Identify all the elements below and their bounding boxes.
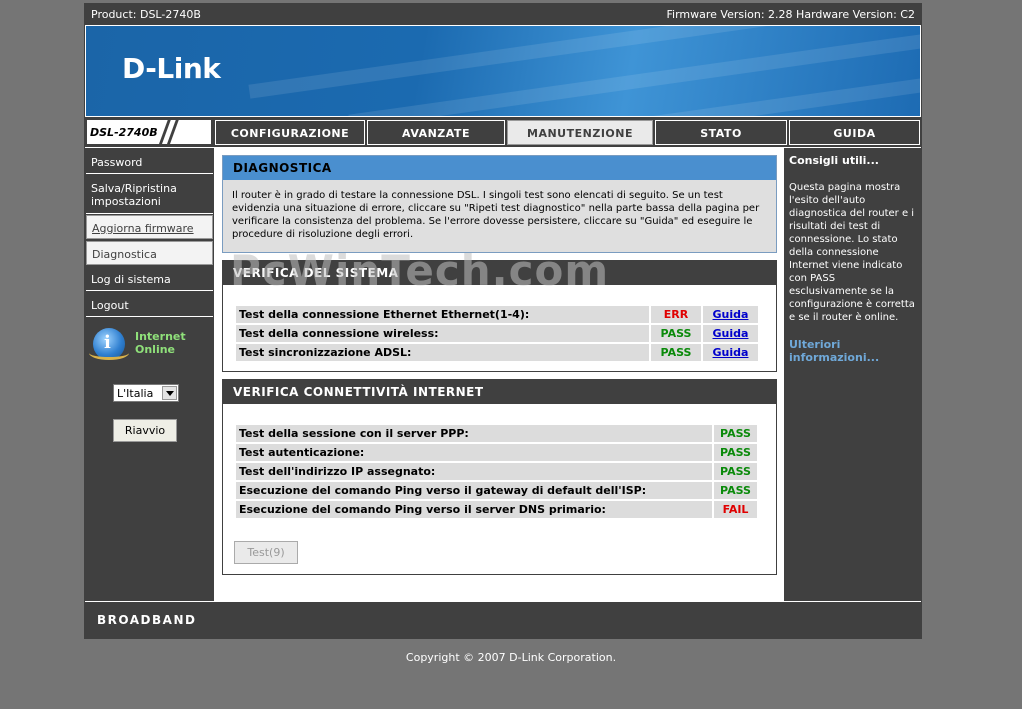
reboot-button[interactable]: Riavvio [113,419,177,442]
table-row: Esecuzione del comando Ping verso il ser… [236,501,757,518]
orbit-decor [89,346,129,360]
test-result: PASS [651,325,701,342]
test-name: Test della sessione con il server PPP: [236,425,712,442]
system-check-panel: VERIFICA DEL SISTEMA Test della connessi… [222,260,777,372]
table-row: Test della connessione Ethernet Ethernet… [236,306,758,323]
test-result: PASS [714,444,757,461]
tab-stato[interactable]: STATO [655,120,787,145]
system-check-title: VERIFICA DEL SISTEMA [223,261,776,285]
main-content: DIAGNOSTICA Il router è in grado di test… [215,148,783,601]
help-panel: Consigli utili... Questa pagina mostra l… [784,148,921,601]
model-badge: DSL-2740B [86,119,212,146]
diagnostics-description: Il router è in grado di testare la conne… [232,190,760,240]
copyright: Copyright © 2007 D-Link Corporation. [405,651,617,664]
diagnostics-title: DIAGNOSTICA [223,156,776,180]
language-select[interactable]: L'Italia [113,384,179,402]
system-check-table: Test della connessione Ethernet Ethernet… [234,304,760,363]
broadband-label: BROADBAND [97,613,197,627]
product-label: Product: DSL-2740B [91,8,201,21]
sidebar-item-aggiorna-firmware[interactable]: Aggiorna firmware [86,215,213,239]
internet-check-table: Test della sessione con il server PPP: P… [234,423,759,520]
top-info-bar: Product: DSL-2740B Firmware Version: 2.2… [85,4,921,25]
guida-link[interactable]: Guida [713,308,749,321]
router-page: Product: DSL-2740B Firmware Version: 2.2… [84,3,922,639]
test-result: PASS [651,344,701,361]
more-info-link[interactable]: Ulteriori informazioni... [789,338,916,364]
test-result: PASS [714,482,757,499]
internet-status-label: Internet Online [135,330,186,356]
language-value: L'Italia [117,387,154,400]
sidebar-item-diagnostica[interactable]: Diagnostica [86,241,213,265]
table-row: Test della sessione con il server PPP: P… [236,425,757,442]
internet-check-title: VERIFICA CONNETTIVITÀ INTERNET [223,380,776,404]
help-title: Consigli utili... [789,154,879,167]
table-row: Test autenticazione: PASS [236,444,757,461]
tab-configurazione[interactable]: CONFIGURAZIONE [215,120,365,145]
test-result: FAIL [714,501,757,518]
footer-bar: BROADBAND [85,602,921,639]
table-row: Test sincronizzazione ADSL: PASS Guida [236,344,758,361]
tab-avanzate[interactable]: AVANZATE [367,120,505,145]
test-result: PASS [714,463,757,480]
sidebar: Password Salva/Ripristina impostazioni A… [85,148,214,601]
test-name: Test sincronizzazione ADSL: [236,344,649,361]
test-name: Test autenticazione: [236,444,712,461]
chevron-down-icon[interactable] [162,386,177,400]
test-name: Esecuzione del comando Ping verso il gat… [236,482,712,499]
diagnostics-panel: DIAGNOSTICA Il router è in grado di test… [222,155,777,253]
table-row: Test della connessione wireless: PASS Gu… [236,325,758,342]
sidebar-item-salva-ripristina[interactable]: Salva/Ripristina impostazioni [86,176,213,214]
test-name: Test della connessione Ethernet Ethernet… [236,306,649,323]
sidebar-item-logout[interactable]: Logout [86,293,213,317]
internet-status: Internet Online [89,328,203,364]
test-result: ERR [651,306,701,323]
model-label: DSL-2740B [90,126,158,139]
tab-guida[interactable]: GUIDA [789,120,920,145]
test-name: Test dell'indirizzo IP assegnato: [236,463,712,480]
banner: D-Link [86,26,920,116]
firmware-label: Firmware Version: 2.28 Hardware Version:… [666,8,916,21]
tab-manutenzione[interactable]: MANUTENZIONE [507,120,653,145]
guida-link[interactable]: Guida [713,327,749,340]
test-name: Test della connessione wireless: [236,325,649,342]
table-row: Test dell'indirizzo IP assegnato: PASS [236,463,757,480]
table-row: Esecuzione del comando Ping verso il gat… [236,482,757,499]
guida-link[interactable]: Guida [713,346,749,359]
sidebar-item-log-di-sistema[interactable]: Log di sistema [86,267,213,291]
sidebar-item-password[interactable]: Password [86,150,213,174]
internet-check-panel: VERIFICA CONNETTIVITÀ INTERNET Test dell… [222,379,777,575]
dlink-logo: D-Link [122,52,221,85]
help-text: Questa pagina mostra l'esito dell'auto d… [789,182,915,323]
top-nav: DSL-2740B CONFIGURAZIONE AVANZATE MANUTE… [85,117,921,147]
test-button[interactable]: Test(9) [234,541,298,564]
test-result: PASS [714,425,757,442]
test-name: Esecuzione del comando Ping verso il ser… [236,501,712,518]
